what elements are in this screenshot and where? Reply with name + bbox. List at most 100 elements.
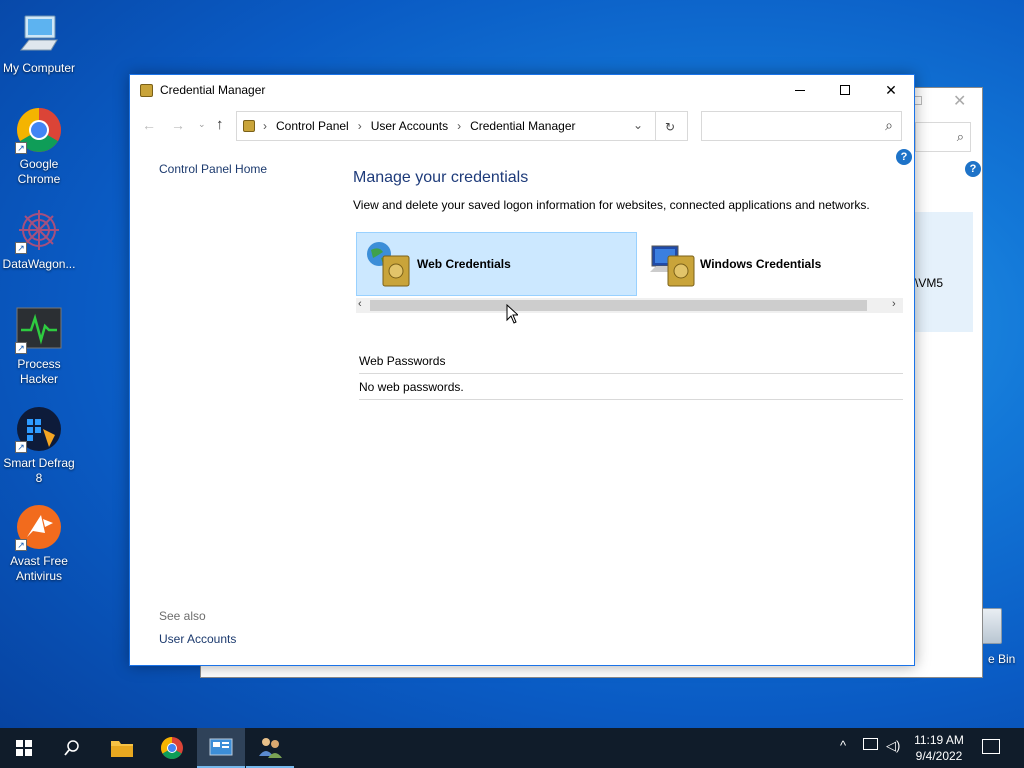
scrollbar-thumb[interactable] — [370, 300, 867, 311]
maximize-icon — [840, 85, 850, 95]
background-panel-text: \VM5 — [915, 276, 944, 290]
search-icon: ⌕ — [956, 129, 964, 144]
credential-manager-app-icon — [140, 83, 153, 97]
address-dropdown-button[interactable]: ⌄ — [633, 118, 643, 132]
desktop-icon-label: Avast Free Antivirus — [10, 554, 68, 583]
breadcrumb-separator-icon: › — [263, 119, 267, 133]
desktop-icon-avast[interactable]: ↗ Avast Free Antivirus — [0, 503, 78, 584]
tile-label: Web Credentials — [417, 257, 511, 271]
windows-credentials-tile[interactable]: Windows Credentials — [644, 232, 903, 296]
desktop-icon-label: e Bin — [988, 652, 1016, 666]
users-icon — [259, 738, 282, 758]
shortcut-arrow-icon: ↗ — [15, 539, 27, 551]
control-panel-home-link[interactable]: Control Panel Home — [159, 162, 267, 176]
help-icon[interactable]: ? — [965, 161, 981, 177]
start-button[interactable] — [0, 728, 48, 768]
user-accounts-link[interactable]: User Accounts — [159, 632, 236, 646]
chrome-icon: ↗ — [15, 106, 63, 154]
desktop-icon-process-hacker[interactable]: ↗ Process Hacker — [0, 306, 78, 387]
datawagon-icon: ↗ — [15, 206, 63, 254]
search-icon: ⌕ — [885, 117, 893, 133]
desktop-icon-label: Smart Defrag 8 — [3, 456, 75, 485]
breadcrumb-credential-manager[interactable]: Credential Manager — [470, 119, 575, 133]
scroll-right-icon[interactable]: › — [892, 298, 896, 310]
chevron-down-icon: ⌄ — [633, 118, 644, 132]
up-arrow-icon: ↑ — [216, 116, 224, 133]
search-box[interactable]: ⌕ — [701, 111, 902, 141]
clock-date: 9/4/2022 — [915, 749, 963, 763]
taskbar-file-explorer[interactable] — [98, 728, 146, 768]
close-button[interactable]: ✕ — [868, 75, 914, 105]
minimize-button[interactable] — [777, 75, 823, 105]
taskbar: ^ ◁) 11:19 AM 9/4/2022 — [0, 728, 1024, 768]
search-input[interactable] — [706, 118, 876, 134]
windows-logo-icon — [16, 740, 32, 756]
volume-icon[interactable]: ◁) — [886, 738, 900, 754]
forward-button[interactable]: → — [171, 117, 185, 133]
chrome-icon — [161, 737, 183, 759]
back-arrow-icon: ← — [142, 117, 156, 133]
search-icon — [64, 740, 79, 756]
refresh-button[interactable]: ↻ — [665, 118, 675, 134]
desktop-icon-google-chrome[interactable]: ↗ Google Chrome — [0, 106, 78, 187]
control-panel-icon — [243, 120, 255, 132]
window-title: Credential Manager — [160, 83, 266, 97]
breadcrumb-user-accounts[interactable]: User Accounts — [371, 119, 448, 133]
process-hacker-icon: ↗ — [15, 306, 63, 354]
network-icon[interactable] — [863, 738, 878, 750]
desktop-icon-label: Google Chrome — [17, 157, 61, 186]
refresh-icon: ↻ — [665, 120, 676, 134]
tile-label: Windows Credentials — [700, 257, 822, 271]
horizontal-scrollbar[interactable]: ‹ › — [356, 298, 903, 313]
mouse-cursor-icon — [506, 304, 518, 324]
help-icon[interactable]: ? — [896, 149, 912, 165]
desktop-icon-smart-defrag[interactable]: ↗ Smart Defrag 8 — [0, 405, 78, 486]
breadcrumb-separator-icon: › — [357, 119, 362, 133]
taskbar-control-panel[interactable] — [197, 728, 245, 768]
background-search-box[interactable]: ⌕ — [915, 122, 971, 152]
web-passwords-empty-text: No web passwords. — [359, 380, 464, 394]
taskbar-search-button[interactable] — [48, 728, 96, 768]
credential-tiles-area: Web Credentials Windows Credentials ‹ › — [354, 231, 903, 313]
forward-arrow-icon: → — [171, 117, 185, 133]
show-hidden-icons-button[interactable]: ^ — [840, 738, 846, 753]
computer-icon — [15, 10, 63, 58]
taskbar-chrome[interactable] — [148, 728, 196, 768]
title-bar[interactable]: Credential Manager ✕ — [130, 75, 914, 105]
avast-icon: ↗ — [15, 503, 63, 551]
minimize-icon — [795, 89, 805, 91]
smart-defrag-icon: ↗ — [15, 405, 63, 453]
shortcut-arrow-icon: ↗ — [15, 342, 27, 354]
section-divider — [359, 373, 903, 374]
address-bar[interactable]: › Control Panel › User Accounts › Creden… — [236, 111, 688, 141]
up-button[interactable]: ↑ — [216, 116, 224, 133]
desktop-icon-datawagon[interactable]: ↗ DataWagon... — [0, 206, 78, 272]
credential-manager-window[interactable]: Credential Manager ✕ ← → ⌄ ↑ › Control P… — [129, 74, 915, 666]
shortcut-arrow-icon: ↗ — [15, 142, 27, 154]
clock[interactable]: 11:19 AM 9/4/2022 — [908, 732, 970, 764]
notifications-button[interactable] — [982, 739, 1000, 754]
section-divider — [359, 399, 903, 400]
page-title: Manage your credentials — [353, 169, 529, 186]
maximize-button[interactable] — [822, 75, 868, 105]
windows-credentials-icon — [650, 240, 698, 288]
scroll-left-icon[interactable]: ‹ — [358, 298, 362, 310]
recent-locations-button[interactable]: ⌄ — [198, 119, 206, 130]
breadcrumb-control-panel[interactable]: Control Panel — [276, 119, 349, 133]
background-close-icon[interactable]: ✕ — [953, 91, 966, 111]
desktop-icon-label: My Computer — [2, 61, 76, 75]
web-passwords-header: Web Passwords — [359, 354, 446, 368]
web-credentials-icon — [365, 240, 413, 288]
chevron-down-icon: ⌄ — [198, 119, 206, 129]
desktop-icon-my-computer[interactable]: My Computer — [0, 10, 78, 76]
web-credentials-tile[interactable]: Web Credentials — [356, 232, 637, 296]
back-button[interactable]: ← — [142, 117, 156, 133]
taskbar-user-accounts[interactable] — [246, 728, 294, 768]
close-icon: ✕ — [885, 81, 897, 98]
chevron-up-icon: ^ — [840, 738, 847, 753]
shortcut-arrow-icon: ↗ — [15, 242, 27, 254]
page-description: View and delete your saved logon informa… — [353, 198, 870, 212]
clock-time: 11:19 AM — [914, 733, 964, 747]
see-also-label: See also — [159, 609, 206, 623]
folder-icon — [111, 741, 133, 757]
